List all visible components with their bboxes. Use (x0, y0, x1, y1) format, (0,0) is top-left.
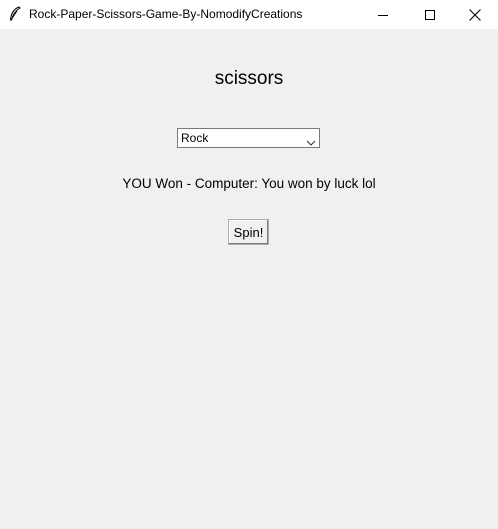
close-icon (469, 8, 481, 21)
window-title: Rock-Paper-Scissors-Game-By-NomodifyCrea… (29, 7, 303, 21)
minimize-button[interactable] (360, 0, 406, 29)
minimize-icon (378, 10, 388, 20)
computer-choice-label: scissors (214, 68, 284, 89)
close-button[interactable] (452, 0, 498, 29)
app-window: Rock-Paper-Scissors-Game-By-NomodifyCrea… (0, 0, 498, 529)
player-choice-select[interactable]: Rock (177, 128, 320, 148)
player-choice-value: Rock (181, 131, 209, 145)
feather-icon (8, 6, 22, 22)
maximize-button[interactable] (407, 0, 453, 29)
maximize-icon (425, 9, 435, 20)
spin-button[interactable]: Spin! (228, 219, 269, 245)
result-message: YOU Won - Computer: You won by luck lol (122, 176, 376, 191)
game-panel: scissors Rock YOU Won - Computer: You wo… (0, 29, 498, 529)
title-bar[interactable]: Rock-Paper-Scissors-Game-By-NomodifyCrea… (0, 0, 498, 29)
chevron-down-icon[interactable] (306, 134, 316, 146)
